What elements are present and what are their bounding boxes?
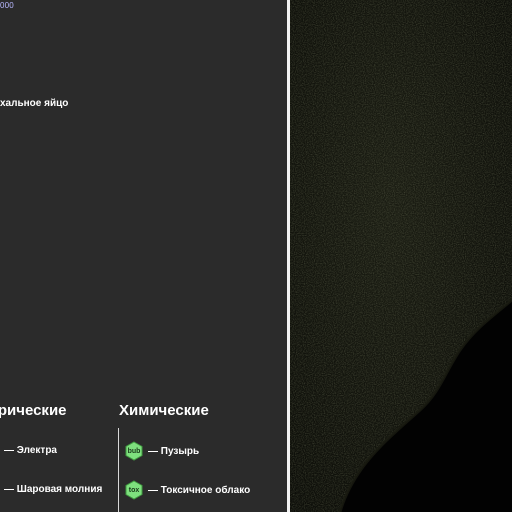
legend-item-label: — Токсичное облако (148, 484, 251, 496)
column-divider (118, 428, 119, 512)
category-title-electric: ктрические (0, 402, 67, 419)
legend-item-toxic-cloud: tox — Токсичное облако (124, 480, 250, 500)
legend-item-label: — Электра (4, 445, 57, 456)
legend-item-label: — Шаровая молния (4, 484, 103, 495)
badge-text: tox (128, 486, 140, 494)
category-title-chemical: Химические (119, 402, 209, 419)
item-label: хальное яйцо (0, 98, 69, 109)
hexagon-icon: tox (124, 480, 144, 500)
legend-item-bubble: bub — Пузырь (124, 441, 199, 461)
dark-map-image (290, 0, 512, 512)
legend-panel: 000 хальное яйцо ктрические Химические —… (0, 0, 287, 512)
legend-item-label: — Пузырь (148, 445, 200, 457)
map-view[interactable] (290, 0, 512, 512)
legend-item-electra: — Электра (4, 445, 57, 456)
counter-text: 000 (0, 1, 14, 10)
legend-item-ball-lightning: — Шаровая молния (4, 484, 102, 495)
hexagon-icon: bub (124, 441, 144, 461)
badge-text: bub (127, 447, 141, 455)
